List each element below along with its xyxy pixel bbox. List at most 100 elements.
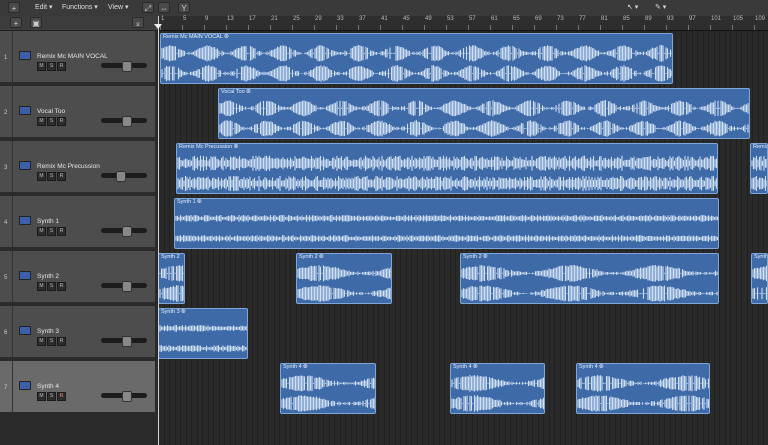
pointer-tool-icon[interactable]: ↖ ▾ — [627, 2, 638, 13]
ruler-tick-mark — [226, 25, 227, 30]
track-header-strip: + ▣ ⌅ — [0, 16, 158, 31]
folder-icon[interactable]: ▣ — [30, 17, 42, 28]
mute-button[interactable]: M — [37, 392, 46, 401]
waveform — [461, 265, 718, 302]
ruler-tick-mark — [292, 25, 293, 30]
mute-button[interactable]: M — [37, 172, 46, 181]
audio-region[interactable]: Synth 2 ⦾ — [460, 253, 719, 304]
solo-button[interactable]: S — [47, 392, 56, 401]
solo-button[interactable]: S — [47, 62, 56, 71]
ruler-tick-label: 69 — [535, 16, 542, 22]
ruler-tick-mark — [468, 25, 469, 30]
audio-region[interactable]: Remix Mc MAIN VOCAL ⦾ — [160, 33, 673, 84]
record-enable-button[interactable]: R — [57, 282, 66, 291]
audio-region[interactable]: Vocal Too ⦾ — [218, 88, 750, 139]
track-header[interactable]: 2 Vocal Too M S R — [0, 86, 155, 139]
catch-icon[interactable]: ⤢ — [142, 2, 154, 13]
ruler-tick-mark — [732, 25, 733, 30]
bar-ruler[interactable]: 1 5 9 13 17 21 25 29 33 37 41 45 49 53 57 61 65 69 73 77 81 8… — [158, 16, 768, 31]
volume-slider[interactable] — [101, 226, 147, 237]
track-header[interactable]: 6 Synth 3 MSR — [0, 306, 155, 359]
volume-slider[interactable] — [101, 116, 147, 127]
volume-slider-knob[interactable] — [121, 281, 132, 292]
collapse-icon[interactable]: ⌅ — [132, 17, 144, 28]
edit-menu[interactable]: Edit ▾ — [35, 2, 53, 13]
volume-slider-knob[interactable] — [121, 336, 132, 347]
volume-slider[interactable] — [101, 171, 147, 182]
track-name[interactable]: Vocal Too — [37, 108, 65, 115]
track-header[interactable]: 3 Remix Mc Precussion M S R — [0, 141, 155, 194]
record-enable-button[interactable]: R — [57, 172, 66, 181]
solo-button[interactable]: S — [47, 337, 56, 346]
audio-region[interactable]: Synth 3 ⦾ — [158, 308, 248, 359]
track-list: 1 Remix Mc MAIN VOCAL M S R 2 Vocal Too M S R 3 Rem… — [0, 31, 158, 445]
track-name[interactable]: Synth 4 — [37, 383, 59, 390]
volume-slider[interactable] — [101, 336, 147, 347]
ruler-tick-label: 49 — [425, 16, 432, 22]
volume-slider[interactable] — [101, 391, 147, 402]
ruler-tick-mark — [424, 25, 425, 30]
audio-region[interactable]: Synth 2 ⦾ — [296, 253, 392, 304]
mute-button[interactable]: M — [37, 227, 46, 236]
mute-button[interactable]: M — [37, 62, 46, 71]
audio-region[interactable]: Synth 1 ⦾ — [174, 198, 719, 249]
playhead-handle-icon[interactable] — [154, 24, 162, 29]
arrange-area[interactable]: Remix Mc MAIN VOCAL ⦾ Vocal Too ⦾ Remix Mc… — [158, 31, 768, 445]
record-enable-button[interactable]: R — [57, 392, 66, 401]
audio-region[interactable]: Remix — [750, 143, 768, 194]
ruler-tick-mark — [204, 25, 205, 30]
track-header[interactable]: 4 Synth 1 MSR — [0, 196, 155, 249]
volume-slider-knob[interactable] — [116, 171, 127, 182]
solo-button[interactable]: S — [47, 227, 56, 236]
new-track-icon[interactable]: + — [10, 17, 22, 28]
track-name[interactable]: Synth 3 — [37, 328, 59, 335]
volume-slider-knob[interactable] — [121, 116, 132, 127]
audio-region[interactable]: Synth 4 ⦾ — [576, 363, 710, 414]
ruler-tick-label: 17 — [249, 16, 256, 22]
audio-region[interactable]: Synth — [751, 253, 768, 304]
record-enable-button[interactable]: R — [57, 227, 66, 236]
filter-icon[interactable]: Y — [178, 2, 190, 13]
record-enable-button[interactable]: R — [57, 337, 66, 346]
track-name[interactable]: Synth 1 — [37, 218, 59, 225]
solo-button[interactable]: S — [47, 172, 56, 181]
solo-button[interactable]: S — [47, 282, 56, 291]
ruler-tick-label: 33 — [337, 16, 344, 22]
volume-slider[interactable] — [101, 281, 147, 292]
ruler-tick-mark — [666, 25, 667, 30]
track-name[interactable]: Remix Mc Precussion — [37, 163, 100, 170]
track-header[interactable]: 1 Remix Mc MAIN VOCAL M S R — [0, 31, 155, 84]
record-enable-button[interactable]: R — [57, 117, 66, 126]
audio-region[interactable]: Synth 2 — [158, 253, 185, 304]
add-track-button[interactable]: + — [8, 2, 20, 13]
volume-slider-knob[interactable] — [121, 391, 132, 402]
mute-button[interactable]: M — [37, 282, 46, 291]
functions-menu[interactable]: Functions ▾ — [62, 2, 98, 13]
waveform — [297, 265, 391, 302]
solo-button[interactable]: S — [47, 117, 56, 126]
instrument-icon — [19, 216, 31, 225]
instrument-icon — [19, 51, 31, 60]
waveform — [281, 375, 375, 412]
ruler-tick-label: 25 — [293, 16, 300, 22]
audio-region[interactable]: Synth 4 ⦾ — [450, 363, 545, 414]
track-name[interactable]: Remix Mc MAIN VOCAL — [37, 53, 108, 60]
volume-slider-knob[interactable] — [121, 61, 132, 72]
mute-button[interactable]: M — [37, 337, 46, 346]
volume-slider[interactable] — [101, 61, 147, 72]
track-header[interactable]: 5 Synth 2 MSR — [0, 251, 155, 304]
view-menu[interactable]: View ▾ — [108, 2, 129, 13]
ruler-tick-mark — [600, 25, 601, 30]
audio-region[interactable]: Remix Mc Precussion ⦾ — [176, 143, 718, 194]
volume-slider-knob[interactable] — [121, 226, 132, 237]
playhead[interactable] — [158, 16, 159, 445]
track-header[interactable]: 7 Synth 4 MSR — [0, 361, 155, 414]
track-name[interactable]: Synth 2 — [37, 273, 59, 280]
zoom-fit-icon[interactable]: ⇔ — [158, 2, 170, 13]
region-name: Synth 4 ⦾ — [453, 364, 478, 370]
audio-region[interactable]: Synth 4 ⦾ — [280, 363, 376, 414]
waveform — [219, 100, 749, 137]
record-enable-button[interactable]: R — [57, 62, 66, 71]
mute-button[interactable]: M — [37, 117, 46, 126]
pencil-tool-icon[interactable]: ✎ ▾ — [655, 2, 666, 13]
